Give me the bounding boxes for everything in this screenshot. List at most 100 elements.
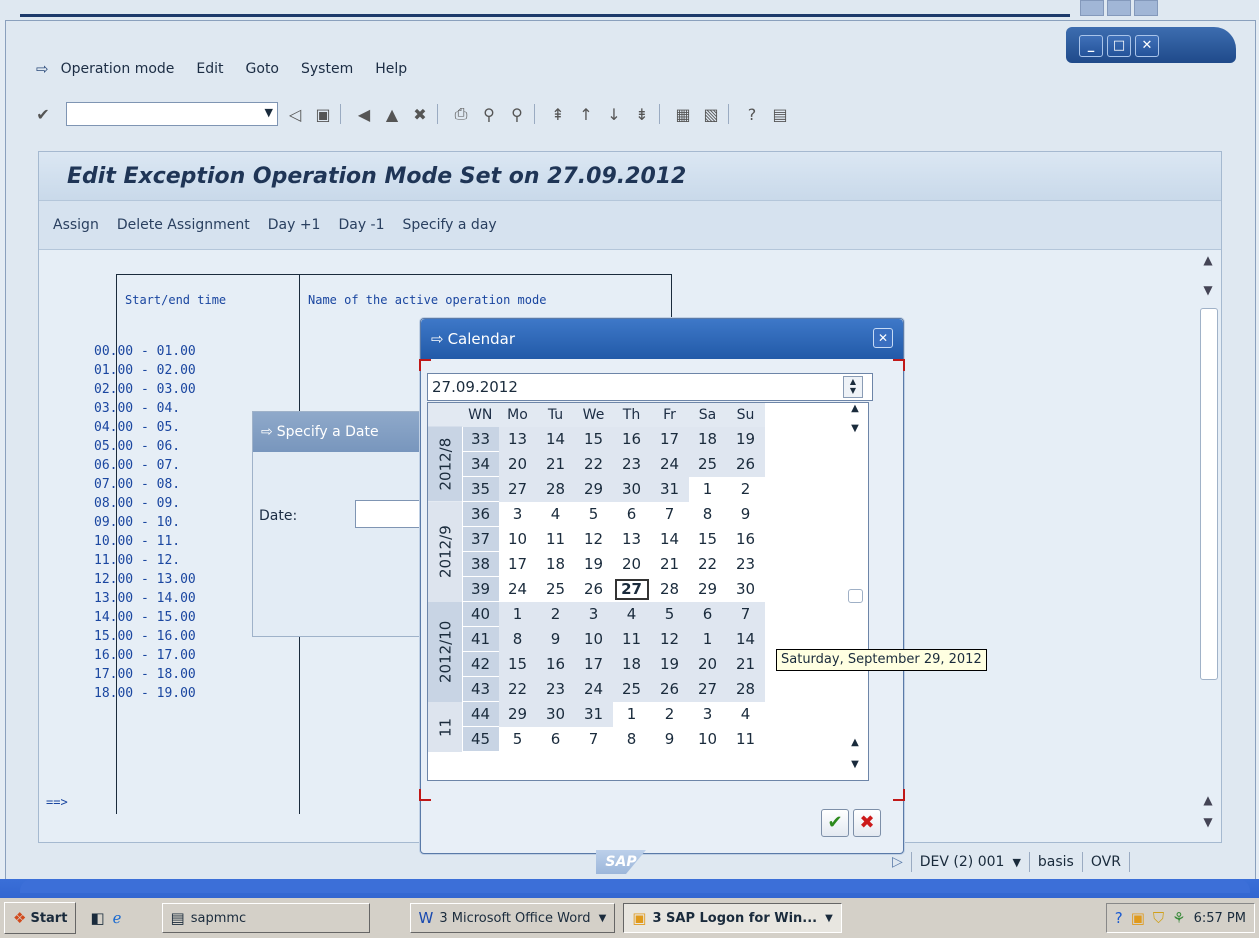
date-spinner[interactable]: ▲ ▼ xyxy=(843,376,863,398)
day-cell[interactable]: 23 xyxy=(726,551,765,577)
day-cell[interactable]: 25 xyxy=(612,676,651,702)
day-cell[interactable]: 14 xyxy=(650,526,689,552)
day-cell[interactable]: 29 xyxy=(498,701,537,727)
assign-button[interactable]: Assign xyxy=(53,217,99,233)
table-row[interactable]: 06.00 - 07. xyxy=(94,456,196,475)
cancel-button[interactable]: ✖ xyxy=(853,809,881,837)
task-sap-logon[interactable]: ▣ 3 SAP Logon for Win... ▼ xyxy=(623,903,842,933)
day-cell[interactable]: 12 xyxy=(650,626,689,652)
confirm-button[interactable]: ✔ xyxy=(821,809,849,837)
calendar-scrollbar[interactable]: ▲ ▼ ▲ ▼ xyxy=(846,403,864,779)
menu-system[interactable]: System xyxy=(301,61,353,77)
day-cell[interactable]: 3 xyxy=(574,601,613,627)
selected-day-cell[interactable]: 27 xyxy=(612,576,651,602)
day-cell[interactable]: 2 xyxy=(650,701,689,727)
day-cell[interactable]: 19 xyxy=(574,551,613,577)
day-cell[interactable]: 15 xyxy=(574,427,613,452)
command-input[interactable] xyxy=(67,103,251,125)
help-icon[interactable]: ? xyxy=(1115,909,1123,927)
menu-edit[interactable]: Edit xyxy=(196,61,223,77)
day-cell[interactable]: 29 xyxy=(688,576,727,602)
last-page-icon[interactable]: ⇟ xyxy=(631,103,653,125)
back-icon[interactable]: ◀ xyxy=(353,103,375,125)
week-number[interactable]: 38 xyxy=(462,551,499,577)
next-page-icon[interactable]: ↓ xyxy=(603,103,625,125)
day-cell[interactable]: 11 xyxy=(726,726,765,752)
layout-menu-icon[interactable]: ▤ xyxy=(769,103,791,125)
day-cell[interactable]: 20 xyxy=(498,451,537,477)
day-cell[interactable]: 16 xyxy=(726,526,765,552)
table-row[interactable]: 07.00 - 08. xyxy=(94,475,196,494)
day-cell[interactable]: 30 xyxy=(612,476,651,502)
day-cell[interactable]: 21 xyxy=(726,651,765,677)
week-number[interactable]: 39 xyxy=(462,576,499,602)
week-number[interactable]: 34 xyxy=(462,451,499,477)
show-desktop-icon[interactable]: ◧ xyxy=(90,909,104,927)
task-word[interactable]: W 3 Microsoft Office Word ▼ xyxy=(409,903,616,933)
table-row[interactable]: 01.00 - 02.00 xyxy=(94,361,196,380)
specify-day-button[interactable]: Specify a day xyxy=(403,217,497,233)
day-cell[interactable]: 31 xyxy=(574,701,613,727)
week-number[interactable]: 36 xyxy=(462,501,499,527)
day-plus-button[interactable]: Day +1 xyxy=(268,217,321,233)
cancel-icon[interactable]: ✖ xyxy=(409,103,431,125)
first-page-icon[interactable]: ⇞ xyxy=(547,103,569,125)
table-row[interactable]: 00.00 - 01.00 xyxy=(94,342,196,361)
network-icon[interactable]: ⚘ xyxy=(1172,909,1185,927)
table-row[interactable]: 10.00 - 11. xyxy=(94,532,196,551)
day-cell[interactable]: 13 xyxy=(498,427,537,452)
day-cell[interactable]: 20 xyxy=(612,551,651,577)
week-number[interactable]: 42 xyxy=(462,651,499,677)
day-cell[interactable]: 8 xyxy=(612,726,651,752)
sap-tray-icon[interactable]: ▣ xyxy=(1131,909,1145,927)
day-cell[interactable]: 2 xyxy=(726,476,765,502)
day-cell[interactable]: 9 xyxy=(650,726,689,752)
day-cell[interactable]: 27 xyxy=(498,476,537,502)
collapse-icon[interactable]: ◁ xyxy=(284,103,306,125)
week-number[interactable]: 40 xyxy=(462,601,499,627)
day-cell[interactable]: 17 xyxy=(498,551,537,577)
scroll-up-icon[interactable]: ▲ xyxy=(1198,793,1218,807)
day-cell[interactable]: 8 xyxy=(688,501,727,527)
status-toggle-icon[interactable]: ▷ xyxy=(892,854,903,870)
start-button[interactable]: ❖ Start xyxy=(4,902,77,934)
day-cell[interactable]: 31 xyxy=(650,476,689,502)
chevron-down-icon[interactable]: ▼ xyxy=(1012,856,1020,869)
security-icon[interactable]: ⛉ xyxy=(1153,909,1164,927)
day-cell[interactable]: 23 xyxy=(536,676,575,702)
table-row[interactable]: 03.00 - 04. xyxy=(94,399,196,418)
table-row[interactable]: 13.00 - 14.00 xyxy=(94,589,196,608)
scroll-up-icon[interactable]: ▲ xyxy=(846,737,864,748)
day-cell[interactable]: 10 xyxy=(574,626,613,652)
table-row[interactable]: 16.00 - 17.00 xyxy=(94,646,196,665)
day-minus-button[interactable]: Day -1 xyxy=(338,217,384,233)
scroll-up-icon[interactable]: ▲ xyxy=(1198,253,1218,267)
day-cell[interactable]: 1 xyxy=(688,476,727,502)
day-cell[interactable]: 5 xyxy=(498,726,537,752)
week-number[interactable]: 45 xyxy=(462,726,499,752)
day-cell[interactable]: 15 xyxy=(498,651,537,677)
week-number[interactable]: 41 xyxy=(462,626,499,652)
table-row[interactable]: 14.00 - 15.00 xyxy=(94,608,196,627)
day-cell[interactable]: 23 xyxy=(612,451,651,477)
scroll-track[interactable] xyxy=(1200,308,1218,680)
day-cell[interactable]: 7 xyxy=(650,501,689,527)
day-cell[interactable]: 24 xyxy=(498,576,537,602)
day-cell[interactable]: 20 xyxy=(688,651,727,677)
day-cell[interactable]: 1 xyxy=(688,626,727,652)
day-cell[interactable]: 6 xyxy=(688,601,727,627)
day-cell[interactable]: 16 xyxy=(612,427,651,452)
create-session-icon[interactable]: ▦ xyxy=(672,103,694,125)
day-cell[interactable]: 26 xyxy=(650,676,689,702)
save-icon[interactable]: ▣ xyxy=(312,103,334,125)
day-cell[interactable]: 24 xyxy=(574,676,613,702)
close-button[interactable]: ✕ xyxy=(1135,35,1159,57)
menu-help[interactable]: Help xyxy=(375,61,407,77)
menu-operation-mode[interactable]: Operation mode xyxy=(61,61,175,77)
command-field[interactable]: ▼ xyxy=(66,102,278,126)
scroll-thumb[interactable] xyxy=(848,589,863,603)
previous-page-icon[interactable]: ↑ xyxy=(575,103,597,125)
calendar-date-field[interactable]: 27.09.2012 xyxy=(427,373,873,401)
day-cell[interactable]: 4 xyxy=(612,601,651,627)
day-cell[interactable]: 22 xyxy=(688,551,727,577)
